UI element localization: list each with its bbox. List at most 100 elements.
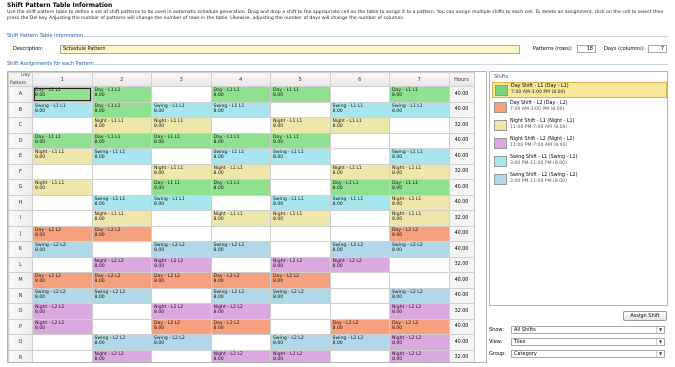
pattern-cell[interactable]: Swing - L1 L1 8.00 <box>210 101 271 118</box>
pattern-cell[interactable] <box>270 101 331 118</box>
pattern-cell[interactable]: Swing - L2 L2 8.00 <box>329 334 390 351</box>
pattern-cell[interactable] <box>329 225 390 242</box>
pattern-cell[interactable]: Night - L2 L2 8.00 <box>32 318 93 335</box>
pattern-cell[interactable]: Swing - L2 L2 8.00 <box>329 241 390 258</box>
pattern-cell[interactable] <box>32 256 93 273</box>
pattern-cell[interactable]: Swing - L1 L1 8.00 <box>210 148 271 165</box>
pattern-row-header[interactable]: C <box>8 117 33 134</box>
pattern-cell[interactable]: Swing - L2 L2 8.00 <box>210 287 271 304</box>
pattern-cell[interactable]: Swing - L1 L1 8.00 <box>151 194 212 211</box>
pattern-cell[interactable] <box>329 287 390 304</box>
pattern-row-header[interactable]: R <box>8 349 33 362</box>
pattern-cell[interactable]: Night - L2 L2 8.00 <box>32 303 93 320</box>
pattern-cell[interactable]: Swing - L2 L2 8.00 <box>91 334 152 351</box>
pattern-cell[interactable] <box>329 303 390 320</box>
pattern-row-header[interactable]: F <box>8 163 33 180</box>
pattern-cell[interactable]: Night - L1 L1 8.00 <box>210 163 271 180</box>
pattern-cell[interactable]: Day - L1 L1 8.00 <box>210 179 271 196</box>
pattern-row-header[interactable]: G <box>8 179 33 196</box>
shift-list-item[interactable]: Swing Shift - L1 (Swing - L1) 3:00 PM-11:… <box>492 154 667 170</box>
pattern-cell[interactable]: Swing - L2 L2 8.00 <box>151 334 212 351</box>
pattern-cell[interactable]: Night - L2 L2 8.00 <box>329 256 390 273</box>
shift-list-item[interactable]: Swing Shift - L2 (Swing - L2) 3:00 PM-11:… <box>492 172 667 188</box>
pattern-cell[interactable]: Day - L1 L1 8.00 <box>270 132 331 149</box>
pattern-cell[interactable] <box>32 163 93 180</box>
pattern-cell[interactable]: Day - L2 L2 8.00 <box>210 318 271 335</box>
pattern-cell[interactable]: Day - L2 L2 8.00 <box>151 272 212 289</box>
pattern-cell[interactable] <box>389 256 450 273</box>
pattern-cell[interactable]: Swing - L1 L1 8.00 <box>329 194 390 211</box>
patterns-input[interactable]: 18 <box>577 45 596 53</box>
pattern-cell[interactable] <box>329 148 390 165</box>
pattern-cell[interactable] <box>210 225 271 242</box>
pattern-cell[interactable]: Day - L1 L1 8.00 <box>91 101 152 118</box>
pattern-row-header[interactable]: O <box>8 303 33 320</box>
pattern-cell[interactable]: Swing - L1 L1 8.00 <box>91 194 152 211</box>
pattern-cell[interactable]: Night - L1 L1 8.00 <box>151 163 212 180</box>
pattern-row-header[interactable]: I <box>8 210 33 227</box>
pattern-row-header[interactable]: D <box>8 132 33 149</box>
pattern-cell[interactable] <box>32 334 93 351</box>
pattern-cell[interactable]: Day - L1 L1 8.00 <box>210 86 271 103</box>
pattern-cell[interactable]: Swing - L2 L2 8.00 <box>151 241 212 258</box>
pattern-cell[interactable]: Night - L1 L1 8.00 <box>270 210 331 227</box>
pattern-cell[interactable]: Day - L1 L1 8.00 <box>91 132 152 149</box>
pattern-cell[interactable] <box>329 272 390 289</box>
pattern-cell[interactable] <box>32 210 93 227</box>
pattern-row-header[interactable]: L <box>8 256 33 273</box>
pattern-cell[interactable]: Day - L2 L2 8.00 <box>270 272 331 289</box>
pattern-cell[interactable]: Day - L2 L2 8.00 <box>210 272 271 289</box>
shift-list-item[interactable]: Night Shift - L2 (Night - L2) 11:00 PM-7:… <box>492 136 667 152</box>
pattern-cell[interactable]: Swing - L1 L1 8.00 <box>329 101 390 118</box>
pattern-cell[interactable]: Night - L1 L1 8.00 <box>91 117 152 134</box>
pattern-cell[interactable]: Night - L1 L1 8.00 <box>210 210 271 227</box>
pattern-cell[interactable]: Night - L1 L1 8.00 <box>32 179 93 196</box>
description-input[interactable]: Schedule Pattern <box>60 45 520 54</box>
pattern-cell[interactable]: Day - L1 L1 8.00 <box>151 132 212 149</box>
pattern-cell[interactable]: Night - L1 L1 8.00 <box>389 163 450 180</box>
pattern-cell[interactable] <box>91 318 152 335</box>
pattern-cell[interactable]: Night - L1 L1 8.00 <box>91 210 152 227</box>
pattern-cell[interactable]: Night - L1 L1 8.00 <box>32 148 93 165</box>
pattern-cell[interactable]: Night - L2 L2 8.00 <box>389 334 450 351</box>
pattern-cell[interactable] <box>91 303 152 320</box>
pattern-cell[interactable]: Night - L1 L1 8.00 <box>151 117 212 134</box>
pattern-cell[interactable]: Swing - L1 L1 8.00 <box>91 148 152 165</box>
pattern-cell[interactable]: Day - L1 L1 8.00 <box>210 132 271 149</box>
pattern-cell[interactable]: Night - L1 L1 8.00 <box>389 194 450 211</box>
pattern-row-header[interactable]: A <box>8 86 33 103</box>
view-select[interactable]: Tiles ▼ <box>511 338 665 346</box>
pattern-cell[interactable] <box>389 117 450 134</box>
pattern-cell[interactable] <box>151 86 212 103</box>
pattern-cell[interactable]: Day - L1 L1 8.00 <box>91 86 152 103</box>
pattern-cell[interactable]: Swing - L1 L1 8.00 <box>270 148 331 165</box>
pattern-cell[interactable]: Day - L2 L2 8.00 <box>91 272 152 289</box>
shift-list-item[interactable]: Day Shift - L2 (Day - L2) 7:00 AM-3:00 PM… <box>492 100 667 116</box>
pattern-cell[interactable]: Swing - L2 L2 8.00 <box>270 334 331 351</box>
pattern-cell[interactable] <box>32 117 93 134</box>
pattern-cell[interactable] <box>32 349 93 362</box>
pattern-cell[interactable] <box>329 210 390 227</box>
pattern-cell[interactable]: Day - L1 L1 8.00 <box>151 179 212 196</box>
pattern-cell[interactable]: Day - L2 L2 8.00 <box>91 225 152 242</box>
pattern-cell[interactable]: Night - L2 L2 8.00 <box>210 349 271 362</box>
pattern-cell[interactable]: Night - L2 L2 8.00 <box>389 349 450 362</box>
pattern-cell[interactable] <box>210 117 271 134</box>
pattern-cell[interactable]: Day - L1 L1 8.00 <box>270 86 331 103</box>
pattern-cell[interactable] <box>32 194 93 211</box>
pattern-cell[interactable] <box>210 256 271 273</box>
pattern-cell[interactable]: Day - L1 L1 8.00 <box>389 86 450 103</box>
pattern-cell[interactable] <box>270 225 331 242</box>
pattern-cell[interactable]: Night - L2 L2 8.00 <box>151 256 212 273</box>
pattern-cell[interactable]: Day - L2 L2 8.00 <box>151 318 212 335</box>
pattern-cell[interactable]: Night - L2 L2 8.00 <box>91 256 152 273</box>
pattern-cell[interactable]: Night - L2 L2 8.00 <box>270 349 331 362</box>
pattern-cell[interactable]: Day - L2 L2 8.00 <box>32 225 93 242</box>
pattern-cell[interactable]: Swing - L2 L2 8.00 <box>210 241 271 258</box>
assign-shift-button[interactable]: Assign Shift <box>623 311 667 321</box>
pattern-row-header[interactable]: H <box>8 194 33 211</box>
pattern-cell[interactable] <box>389 272 450 289</box>
pattern-cell[interactable]: Night - L1 L1 8.00 <box>329 163 390 180</box>
pattern-cell[interactable]: Swing - L2 L2 8.00 <box>32 287 93 304</box>
pattern-cell[interactable] <box>270 303 331 320</box>
